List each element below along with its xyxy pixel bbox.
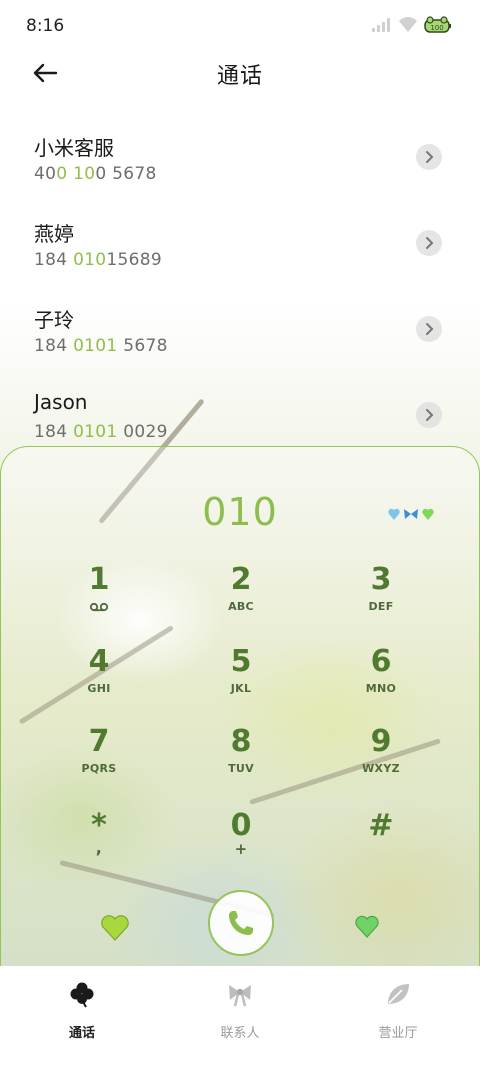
svg-text:100: 100	[430, 24, 443, 32]
chevron-right-icon[interactable]	[416, 402, 442, 428]
signal-icon	[372, 18, 394, 32]
chevron-right-icon[interactable]	[416, 144, 442, 170]
leaf-icon	[388, 984, 409, 1004]
contact-number: 184 01015689	[34, 250, 163, 270]
nav-item-service-hall[interactable]: 营业厅	[338, 980, 458, 1042]
contact-name: 小米客服	[34, 136, 114, 160]
key-3[interactable]: 3 DEF	[326, 562, 436, 632]
key-7[interactable]: 7 PQRS	[44, 724, 154, 794]
key-4[interactable]: 4 GHI	[44, 644, 154, 714]
contact-item[interactable]: 燕婷 184 01015689	[0, 218, 480, 298]
nav-label-contacts: 联系人	[220, 1026, 260, 1041]
key-star[interactable]: * ,	[44, 808, 154, 878]
contact-number: 400 100 5678	[34, 164, 157, 184]
status-time: 8:16	[26, 16, 65, 36]
key-2[interactable]: 2 ABC	[186, 562, 296, 632]
nav-item-contacts[interactable]: 联系人	[180, 980, 300, 1042]
call-button[interactable]	[208, 890, 274, 956]
key-hash[interactable]: #	[326, 808, 436, 878]
status-bar: 8:16 100	[0, 0, 480, 50]
winged-heart-icon[interactable]	[352, 912, 382, 940]
key-8[interactable]: 8 TUV	[186, 724, 296, 794]
key-6[interactable]: 6 MNO	[326, 644, 436, 714]
chevron-right-icon[interactable]	[416, 230, 442, 256]
chevron-right-icon[interactable]	[416, 316, 442, 342]
voicemail-icon	[89, 602, 109, 612]
contact-name: 子玲	[34, 308, 74, 332]
key-1[interactable]: 1	[44, 562, 154, 632]
key-0[interactable]: 0 +	[186, 808, 296, 878]
key-5[interactable]: 5 JKL	[186, 644, 296, 714]
wifi-icon	[399, 17, 417, 32]
battery-icon: 100	[424, 16, 451, 33]
contact-name: 燕婷	[34, 222, 74, 246]
nav-label-calls: 通话	[68, 1026, 95, 1041]
bow-icon	[229, 985, 251, 1007]
contact-item[interactable]: 子玲 184 0101 5678	[0, 304, 480, 384]
key-9[interactable]: 9 WXYZ	[326, 724, 436, 794]
butterfly-hearts-icon	[388, 508, 434, 520]
phone-icon	[229, 911, 253, 935]
heart-icon[interactable]	[100, 914, 130, 942]
contact-name: Jason	[34, 390, 88, 414]
contact-number: 184 0101 0029	[34, 422, 168, 442]
nav-item-calls[interactable]: 通话	[22, 980, 142, 1042]
bottom-nav: 通话 联系人 营业厅	[0, 966, 480, 1066]
clover-icon	[70, 982, 94, 1008]
nav-label-service-hall: 营业厅	[378, 1026, 418, 1041]
page-title: 通话	[216, 64, 263, 89]
contact-number: 184 0101 5678	[34, 336, 168, 356]
contact-item[interactable]: 小米客服 400 100 5678	[0, 132, 480, 212]
